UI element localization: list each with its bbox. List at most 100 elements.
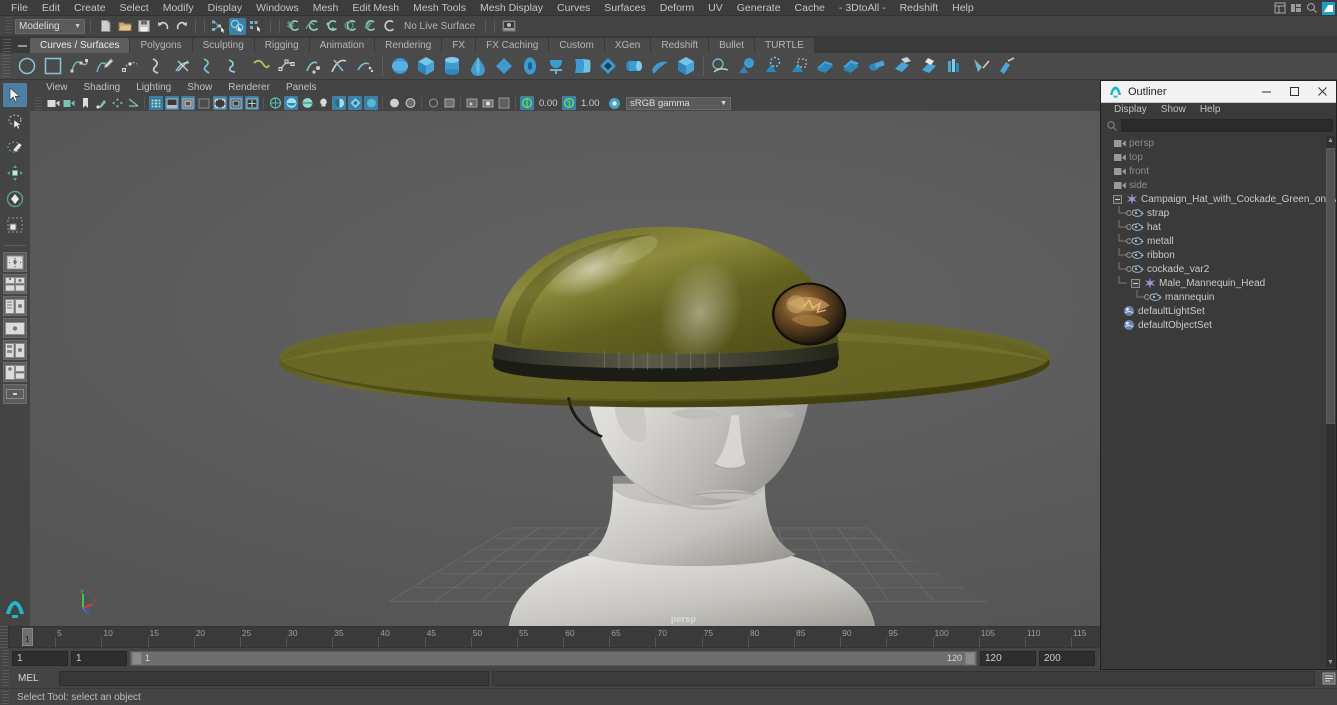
- close-button[interactable]: [1308, 81, 1336, 102]
- detach-curves-icon[interactable]: [170, 54, 196, 79]
- menu-cache[interactable]: Cache: [788, 0, 832, 16]
- make-live-icon[interactable]: [380, 18, 397, 35]
- isolate-select-icon[interactable]: [387, 96, 401, 110]
- outliner-menu-display[interactable]: Display: [1107, 103, 1154, 117]
- gate-fill-icon[interactable]: [245, 96, 259, 110]
- snap-to-point-icon[interactable]: [323, 18, 340, 35]
- select-in-view-icon[interactable]: [442, 96, 456, 110]
- shaded-textured-icon[interactable]: [300, 96, 314, 110]
- outliner-item-top[interactable]: top: [1101, 150, 1336, 164]
- outliner-menu-help[interactable]: Help: [1193, 103, 1228, 117]
- outliner-item-side[interactable]: side: [1101, 178, 1336, 192]
- nurbs-torus-icon[interactable]: [517, 54, 543, 79]
- surface-editing-icon[interactable]: [994, 54, 1020, 79]
- hypergraph-persp-layout-button[interactable]: [3, 340, 27, 360]
- film-gate-icon[interactable]: [149, 96, 163, 110]
- outliner-expander-icon[interactable]: [1113, 194, 1122, 204]
- menu-edit[interactable]: Edit: [35, 0, 67, 16]
- pencil-curve-tool-icon[interactable]: [92, 54, 118, 79]
- two-panes-stacked-layout-button[interactable]: [3, 296, 27, 316]
- gamma-icon[interactable]: [562, 96, 576, 110]
- undo-icon[interactable]: [154, 18, 171, 35]
- menu-display[interactable]: Display: [201, 0, 249, 16]
- viewport-menu-panels[interactable]: Panels: [278, 80, 325, 95]
- wireframe-icon[interactable]: [268, 96, 282, 110]
- outliner-item-cockade-var2[interactable]: cockade_var2: [1101, 262, 1336, 276]
- outliner-item-defaultobjectset[interactable]: defaultObjectSet: [1101, 318, 1336, 332]
- birail-icon[interactable]: [647, 54, 673, 79]
- image-plane-icon[interactable]: [94, 96, 108, 110]
- menu-generate[interactable]: Generate: [730, 0, 788, 16]
- menu-windows[interactable]: Windows: [249, 0, 306, 16]
- menu-edit-mesh[interactable]: Edit Mesh: [345, 0, 406, 16]
- planar-icon[interactable]: [595, 54, 621, 79]
- snap-to-projected-center-icon[interactable]: [342, 18, 359, 35]
- trim-tool-icon[interactable]: [838, 54, 864, 79]
- snap-to-view-plane-icon[interactable]: [361, 18, 378, 35]
- redo-icon[interactable]: [173, 18, 190, 35]
- range-start-handle[interactable]: [132, 651, 142, 665]
- smooth-shade-icon[interactable]: [284, 96, 298, 110]
- outliner-item-hat[interactable]: hat: [1101, 220, 1336, 234]
- menu-help[interactable]: Help: [945, 0, 981, 16]
- menu-mesh-display[interactable]: Mesh Display: [473, 0, 550, 16]
- shelf-tab-turtle[interactable]: TURTLE: [755, 38, 814, 53]
- camera-attributes-icon[interactable]: [62, 96, 76, 110]
- gamma-value[interactable]: 1.00: [577, 98, 603, 109]
- shelf-tab-fx-caching[interactable]: FX Caching: [476, 38, 549, 53]
- move-tool-button[interactable]: [3, 161, 27, 185]
- rotate-tool-button[interactable]: [3, 187, 27, 211]
- cv-hardness-icon[interactable]: [274, 54, 300, 79]
- nurbs-square-icon[interactable]: [40, 54, 66, 79]
- shelf-tab-custom[interactable]: Custom: [549, 38, 604, 53]
- attach-curves-icon[interactable]: [144, 54, 170, 79]
- menu-deform[interactable]: Deform: [653, 0, 701, 16]
- outliner-item-mannequin[interactable]: mannequin: [1101, 290, 1336, 304]
- outliner-menu-show[interactable]: Show: [1154, 103, 1193, 117]
- two-d-pan-zoom-icon[interactable]: [110, 96, 124, 110]
- bevel-icon[interactable]: [734, 54, 760, 79]
- select-camera-icon[interactable]: [46, 96, 60, 110]
- detach-surfaces-icon[interactable]: [916, 54, 942, 79]
- nurbs-cone-icon[interactable]: [465, 54, 491, 79]
- exposure-value[interactable]: 0.00: [535, 98, 561, 109]
- xray-joints-icon[interactable]: [426, 96, 440, 110]
- nurbs-plane-icon[interactable]: [491, 54, 517, 79]
- shadows-icon[interactable]: [332, 96, 346, 110]
- playback-end-time-field[interactable]: 120: [980, 650, 1036, 666]
- open-close-curves-icon[interactable]: [222, 54, 248, 79]
- gate-mask-icon[interactable]: [181, 96, 195, 110]
- screen-space-ao-icon[interactable]: [348, 96, 362, 110]
- viewport-render-icon[interactable]: [465, 96, 479, 110]
- script-editor-icon[interactable]: [1320, 670, 1337, 686]
- shelf-grip[interactable]: [3, 39, 11, 53]
- help-search-icon[interactable]: [1305, 1, 1319, 15]
- smooth-curve-icon[interactable]: [248, 54, 274, 79]
- nurbs-circle-icon[interactable]: [14, 54, 40, 79]
- add-points-tool-icon[interactable]: [300, 54, 326, 79]
- range-end-handle[interactable]: [965, 651, 975, 665]
- outliner-item-strap[interactable]: strap: [1101, 206, 1336, 220]
- current-time-indicator[interactable]: 1: [22, 628, 33, 646]
- field-chart-icon[interactable]: [197, 96, 211, 110]
- render-view-icon[interactable]: [500, 18, 517, 35]
- command-output-field[interactable]: [492, 670, 1315, 686]
- statusline-grip[interactable]: [5, 17, 12, 35]
- snap-to-curve-icon[interactable]: [304, 18, 321, 35]
- maximize-button[interactable]: [1280, 81, 1308, 102]
- nurbs-cylinder-icon[interactable]: [439, 54, 465, 79]
- use-all-lights-icon[interactable]: [316, 96, 330, 110]
- align-curves-icon[interactable]: [196, 54, 222, 79]
- single-perspective-layout-button[interactable]: [3, 252, 27, 272]
- outliner-item-ribbon[interactable]: ribbon: [1101, 248, 1336, 262]
- viewport-menu-shading[interactable]: Shading: [76, 80, 129, 95]
- select-component-icon[interactable]: [248, 18, 265, 35]
- bevel-plus-icon[interactable]: [760, 54, 786, 79]
- shelf-menu-icon[interactable]: [14, 39, 30, 53]
- safe-action-icon[interactable]: [213, 96, 227, 110]
- time-slider-grip[interactable]: [0, 626, 8, 648]
- view-transform-dropdown[interactable]: sRGB gamma ▼: [626, 96, 731, 110]
- menu-modify[interactable]: Modify: [156, 0, 201, 16]
- layout-icon[interactable]: [1289, 1, 1303, 15]
- snapshot-icon[interactable]: [481, 96, 495, 110]
